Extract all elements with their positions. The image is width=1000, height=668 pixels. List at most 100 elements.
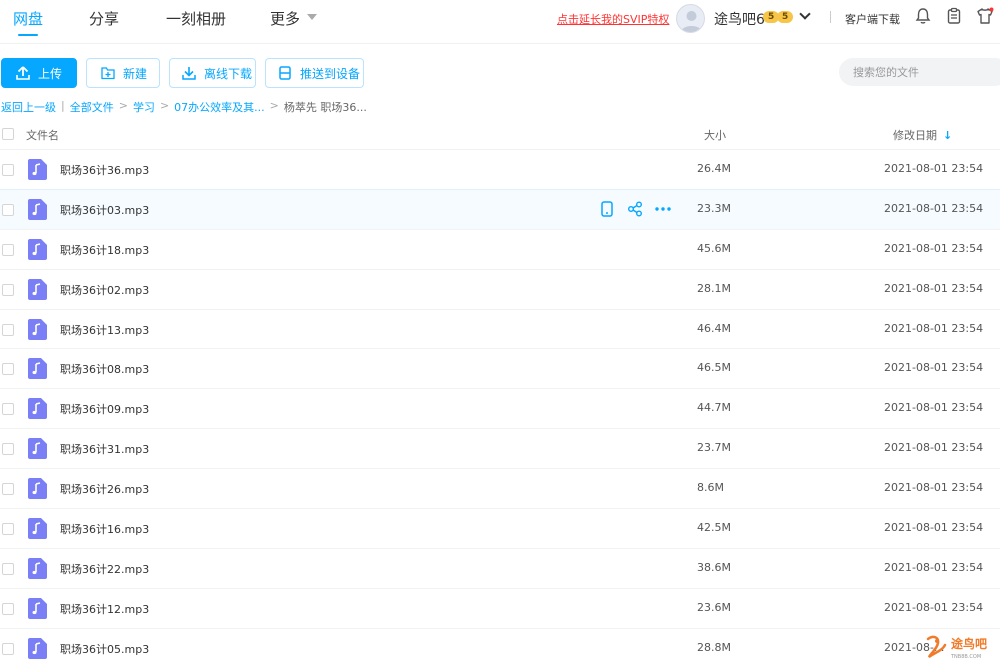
breadcrumb-separator: >	[269, 99, 279, 112]
user-menu-chevron-icon[interactable]	[799, 8, 811, 20]
arrow-down-icon[interactable]: ↓	[943, 129, 952, 142]
audio-file-icon	[28, 159, 47, 180]
breadcrumb-all-files[interactable]: 全部文件	[70, 99, 114, 115]
row-checkbox[interactable]	[2, 483, 14, 496]
file-list: 职场36计36.mp3 26.4M 2021-08-01 23:54 职场36计03.…	[0, 149, 1000, 668]
file-size: 42.5M	[697, 521, 731, 535]
row-checkbox[interactable]	[2, 203, 14, 216]
breadcrumb-office-efficiency[interactable]: 07办公效率及其...	[174, 99, 265, 115]
file-name[interactable]: 职场36计02.mp3	[60, 282, 149, 298]
file-size: 45.6M	[697, 241, 731, 255]
upload-button[interactable]: 上传	[1, 58, 77, 88]
file-row[interactable]: 职场36计22.mp3 38.6M 2021-08-01 23:54	[0, 547, 1000, 588]
audio-file-icon	[28, 238, 47, 260]
svip-promo-link[interactable]: 点击延长我的SVIP特权	[557, 11, 669, 27]
row-checkbox[interactable]	[2, 642, 14, 655]
file-row[interactable]: 职场36计31.mp3 23.7M 2021-08-01 23:54	[0, 428, 1000, 468]
row-checkbox[interactable]	[2, 164, 14, 176]
search-input[interactable]	[839, 58, 1000, 86]
row-checkbox[interactable]	[2, 323, 14, 336]
tab-album[interactable]: 一刻相册	[166, 8, 226, 29]
svg-text:途鸟吧: 途鸟吧	[951, 636, 987, 651]
offline-download-button[interactable]: 离线下载	[169, 58, 256, 88]
file-name[interactable]: 职场36计03.mp3	[60, 202, 149, 218]
more-options-icon[interactable]	[654, 201, 671, 218]
user-silhouette-icon	[681, 11, 702, 32]
row-checkbox[interactable]	[2, 602, 14, 615]
file-date: 2021-08-01 23:54	[884, 560, 984, 574]
row-actions	[598, 201, 671, 218]
file-row[interactable]: 职场36计26.mp3 8.6M 2021-08-01 23:54	[0, 468, 1000, 508]
file-name[interactable]: 职场36计09.mp3	[60, 401, 149, 417]
avatar[interactable]	[676, 4, 705, 33]
divider	[830, 11, 831, 23]
breadcrumb-back[interactable]: 返回上一级	[1, 99, 56, 115]
audio-file-icon	[28, 398, 47, 420]
push-to-device-button[interactable]: 推送到设备	[265, 58, 364, 88]
file-name[interactable]: 职场36计05.mp3	[60, 641, 149, 657]
file-row[interactable]: 职场36计36.mp3 26.4M 2021-08-01 23:54	[0, 149, 1000, 189]
new-folder-icon	[101, 67, 115, 80]
file-row[interactable]: 职场36计09.mp3 44.7M 2021-08-01 23:54	[0, 388, 1000, 428]
select-all-checkbox[interactable]	[2, 128, 14, 140]
file-size: 23.3M	[697, 201, 731, 215]
file-row[interactable]: 职场36计08.mp3 46.5M 2021-08-01 23:54	[0, 348, 1000, 388]
breadcrumb-study[interactable]: 学习	[133, 99, 155, 115]
new-button[interactable]: 新建	[86, 58, 160, 88]
column-header-size[interactable]: 大小	[704, 127, 726, 143]
shirt-icon[interactable]	[976, 7, 994, 25]
file-name[interactable]: 职场36计16.mp3	[60, 521, 149, 537]
audio-file-icon	[28, 198, 47, 220]
username[interactable]: 途鸟吧6	[714, 9, 765, 29]
file-name[interactable]: 职场36计12.mp3	[60, 601, 149, 617]
chevron-down-icon[interactable]	[307, 14, 317, 20]
row-checkbox[interactable]	[2, 363, 14, 376]
tab-share[interactable]: 分享	[89, 8, 119, 29]
top-nav-bar: 网盘 分享 一刻相册 更多 点击延长我的SVIP特权 途鸟吧6 5 5 客户端下…	[0, 0, 1000, 44]
breadcrumb-current: 杨萃先 职场36...	[283, 101, 367, 114]
file-date: 2021-08-01 23:54	[884, 401, 984, 415]
file-row[interactable]: 职场36计18.mp3 45.6M 2021-08-01 23:54	[0, 228, 1000, 269]
file-row[interactable]: 职场36计16.mp3 42.5M 2021-08-01 23:54	[0, 508, 1000, 548]
file-size: 23.7M	[697, 441, 731, 455]
file-name[interactable]: 职场36计22.mp3	[60, 561, 149, 577]
file-name[interactable]: 职场36计13.mp3	[60, 322, 149, 338]
file-size: 38.6M	[697, 560, 731, 574]
row-checkbox[interactable]	[2, 283, 14, 296]
clipboard-icon[interactable]	[945, 7, 963, 25]
breadcrumb-separator: >	[118, 99, 128, 112]
bell-icon[interactable]	[914, 7, 932, 25]
file-row[interactable]: 职场36计05.mp3 28.8M 2021-08-...	[0, 627, 1000, 668]
audio-file-icon	[28, 318, 47, 340]
file-date: 2021-08-01 23:54	[884, 201, 984, 215]
file-row[interactable]: 职场36计13.mp3 46.4M 2021-08-01 23:54	[0, 308, 1000, 349]
column-header-date[interactable]: 修改日期 ↓	[893, 127, 952, 143]
row-checkbox[interactable]	[2, 443, 14, 456]
file-date: 2021-08-01 23:54	[884, 361, 984, 375]
file-row[interactable]: 职场36计02.mp3 28.1M 2021-08-01 23:54	[0, 268, 1000, 309]
file-date: 2021-08-01 23:54	[884, 521, 984, 535]
tab-netdisk[interactable]: 网盘	[13, 8, 43, 29]
audio-file-icon	[28, 518, 47, 540]
row-checkbox[interactable]	[2, 523, 14, 536]
file-row[interactable]: 职场36计12.mp3 23.6M 2021-08-01 23:54	[0, 587, 1000, 628]
file-name[interactable]: 职场36计08.mp3	[60, 361, 149, 377]
column-header-name[interactable]: 文件名	[26, 127, 59, 143]
file-row[interactable]: 职场36计03.mp3 23.3M 2021-08-01 23:54	[0, 188, 1000, 229]
file-name[interactable]: 职场36计31.mp3	[60, 441, 149, 457]
file-size: 44.7M	[697, 401, 731, 415]
audio-file-icon	[28, 557, 47, 579]
active-tab-indicator	[18, 34, 38, 36]
file-name[interactable]: 职场36计26.mp3	[60, 481, 149, 497]
svg-text:TNB8B.COM: TNB8B.COM	[950, 654, 981, 660]
file-name[interactable]: 职场36计18.mp3	[60, 242, 149, 258]
share-icon[interactable]	[626, 201, 643, 218]
row-checkbox[interactable]	[2, 243, 14, 256]
send-to-phone-icon[interactable]	[598, 201, 615, 218]
tab-more[interactable]: 更多	[270, 8, 300, 29]
row-checkbox[interactable]	[2, 562, 14, 575]
client-download-link[interactable]: 客户端下载	[845, 11, 900, 27]
file-name[interactable]: 职场36计36.mp3	[60, 162, 149, 178]
audio-file-icon	[28, 358, 47, 380]
row-checkbox[interactable]	[2, 403, 14, 416]
